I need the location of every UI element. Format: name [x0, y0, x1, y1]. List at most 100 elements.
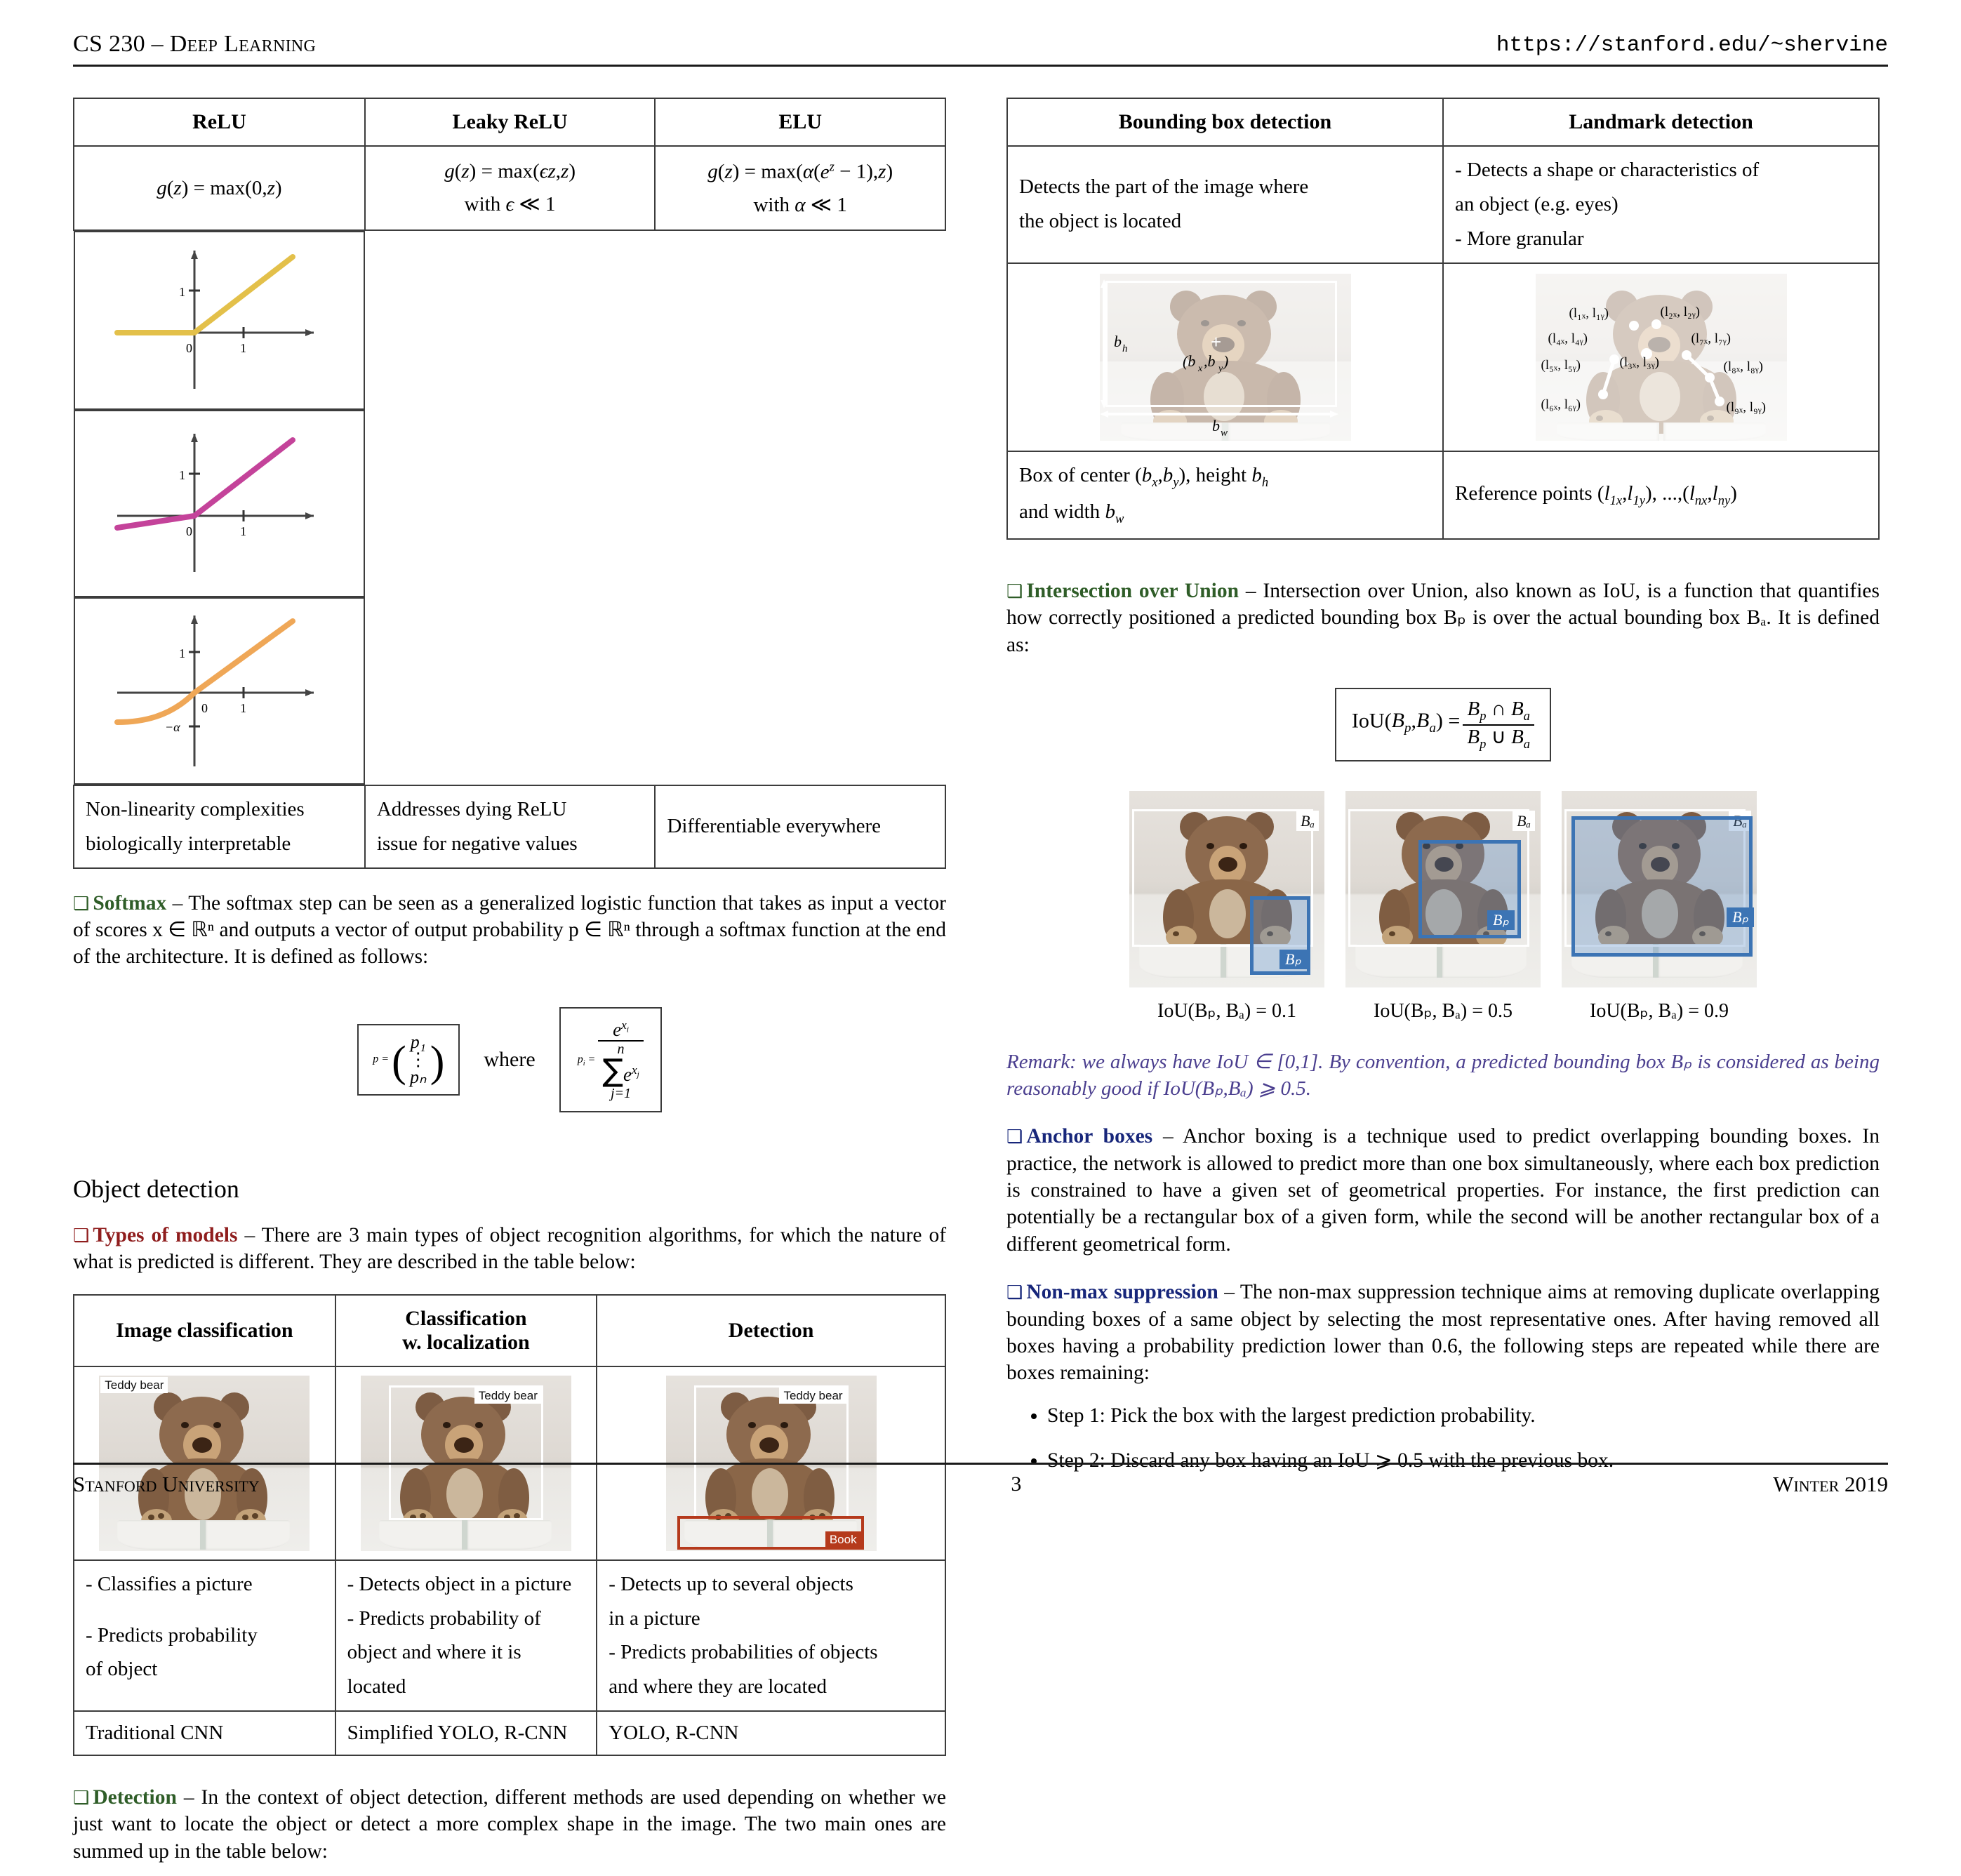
bounding-box-teddy: [388, 1385, 543, 1520]
footer-term: Winter 2019: [1773, 1472, 1888, 1496]
svg-text:): ): [1222, 352, 1228, 370]
iou-example-0: Bₐ Bₚ IoU(Bₚ, Bₐ) = 0.1: [1129, 791, 1324, 1023]
cell-bounding-box-image: b h b w + (b x ,b y ): [1006, 262, 1444, 452]
svg-text:(b: (b: [1183, 352, 1195, 370]
eye-right: [213, 1421, 222, 1428]
svg-text:−α: −α: [165, 720, 180, 734]
desc-bounding-box: Detects the part of the image where the …: [1006, 145, 1444, 264]
cell-relu-plot: 1 1 0: [74, 231, 365, 410]
square-bullet-icon: ❑: [73, 893, 90, 914]
square-bullet-icon: ❑: [1006, 1282, 1023, 1303]
teddy-iou-01: Bₐ Bₚ: [1129, 791, 1324, 988]
softmax-heading: ❑ Softmax: [73, 891, 167, 914]
svg-text:1: 1: [240, 341, 246, 355]
softmax-vector-box: p = ( p₁ ⋮ pₙ ): [357, 1023, 460, 1096]
iou-heading: ❑ Intersection over Union: [1006, 579, 1239, 602]
predicted-box-label: Bₚ: [1487, 910, 1515, 931]
label-teddy-bear: Teddy bear: [779, 1387, 847, 1404]
label-teddy-bear: Teddy bear: [474, 1387, 542, 1404]
svg-text:y: y: [1217, 364, 1223, 374]
landmark-label-1: (l₁ₓ, l₁ᵧ): [1569, 305, 1609, 321]
left-column: ReLU Leaky ReLU ELU g(z) = max(0,z) g(z)…: [73, 98, 946, 1876]
types-of-models-paragraph: ❑ Types of models – There are 3 main type…: [73, 1222, 946, 1276]
desc-image-classification: - Classifies a picture - Predicts probab…: [73, 1559, 336, 1712]
course-title: CS 230 – Deep Learning: [73, 31, 317, 57]
detection-heading: ❑ Detection: [73, 1786, 177, 1809]
table-header-row: Image classification Classification w. l…: [73, 1293, 946, 1367]
iou-numerator: Bp ∩ Ba: [1467, 697, 1530, 724]
pi-numerator: exi: [613, 1018, 629, 1040]
two-column-body: ReLU Leaky ReLU ELU g(z) = max(0,z) g(z)…: [73, 98, 1888, 1876]
svg-text:x: x: [1197, 364, 1203, 374]
actual-box-label: Bₐ: [1296, 811, 1319, 832]
section-object-detection: Object detection: [73, 1175, 239, 1203]
landmark-label-8: (l₈ₓ, l₈ᵧ): [1723, 359, 1764, 374]
label-teddy-bear: Teddy bear: [100, 1376, 168, 1394]
non-max-suppression-paragraph: ❑ Non-max suppression – The non-max suppr…: [1006, 1279, 1880, 1386]
header-relu: ReLU: [73, 98, 366, 147]
table-header-row: Bounding box detection Landmark detectio…: [1006, 98, 1880, 147]
anchor-boxes-paragraph: ❑ Anchor boxes – Anchor boxing is a techn…: [1006, 1123, 1880, 1258]
book-right-page: [204, 1519, 291, 1550]
svg-text:,b: ,b: [1204, 352, 1216, 370]
svg-text:b: b: [1114, 333, 1122, 350]
softmax-pi-box: pi = exi n ∑exj j=1: [559, 1006, 662, 1112]
detection-body: – In the context of object detection, di…: [73, 1786, 947, 1863]
right-column: Bounding box detection Landmark detectio…: [1006, 98, 1880, 1876]
square-bullet-icon: ❑: [1006, 1126, 1023, 1147]
predicted-box-label: Bₚ: [1727, 907, 1754, 928]
types-of-models-table: Image classification Classification w. l…: [73, 1293, 946, 1757]
detection-methods-table: Bounding box detection Landmark detectio…: [1006, 98, 1880, 540]
actual-box-label: Bₐ: [1513, 811, 1535, 832]
footer-institution: Stanford University: [73, 1472, 260, 1496]
landmark-label-4: (l₄ₓ, l₄ᵧ): [1548, 331, 1588, 346]
svg-text:1: 1: [179, 468, 185, 482]
svg-text:1: 1: [240, 524, 246, 538]
svg-text:b: b: [1212, 417, 1220, 434]
anchor-boxes-heading: ❑ Anchor boxes: [1006, 1125, 1153, 1148]
iou-formula-box: IoU(Bp,Ba) = Bp ∩ Ba Bp ∪ Ba: [1334, 687, 1552, 762]
types-of-models-heading: ❑ Types of models: [73, 1224, 238, 1246]
iou-examples: Bₐ Bₚ IoU(Bₚ, Bₐ) = 0.1 Bₐ Bₚ IoU(Bₚ, Bₐ…: [1006, 791, 1880, 1023]
non-max-suppression-heading: ❑ Non-max suppression: [1006, 1281, 1218, 1304]
teddy-iou-09: Bₐ Bₚ: [1562, 791, 1757, 988]
iou-example-2: Bₐ Bₚ IoU(Bₚ, Bₐ) = 0.9: [1562, 791, 1757, 1023]
square-bullet-icon: ❑: [73, 1225, 90, 1246]
nose: [192, 1437, 213, 1453]
vector-bottom: pₙ: [410, 1067, 427, 1088]
landmark-label-9: (l₉ₓ, l₉ᵧ): [1726, 399, 1767, 415]
footer-page-number: 3: [1011, 1472, 1022, 1496]
course-url[interactable]: https://stanford.edu/~shervine: [1496, 33, 1888, 58]
square-bullet-icon: ❑: [73, 1788, 90, 1809]
detection-paragraph: ❑ Detection – In the context of object de…: [73, 1784, 946, 1865]
landmark-points-overlay: [1597, 319, 1724, 406]
teddy-iou-05: Bₐ Bₚ: [1345, 791, 1541, 988]
formula-elu: g(z) = max(α(ez − 1),z) with α ≪ 1: [654, 145, 946, 231]
svg-text:0: 0: [186, 341, 192, 355]
page: CS 230 – Deep Learning https://stanford.…: [0, 0, 1961, 1863]
plot-row: 1 1 0 1 1 0 1 1 0 −α: [74, 230, 945, 785]
cell-landmark-image: (l₁ₓ, l₁ᵧ) (l₂ₓ, l₂ᵧ) (l₃ₓ, l₃ᵧ) (l₄ₓ, l…: [1442, 262, 1880, 452]
svg-text:0: 0: [186, 524, 192, 538]
pi-denominator: n ∑exj j=1: [598, 1039, 644, 1101]
softmax-body: – The softmax step can be seen as a gene…: [73, 891, 946, 969]
softmax-vector-lhs: p =: [373, 1053, 390, 1065]
softmax-paragraph: ❑ Softmax – The softmax step can be seen …: [73, 890, 946, 971]
where-label: where: [484, 1047, 536, 1071]
iou-formula-lhs: IoU(Bp,Ba) =: [1351, 709, 1461, 736]
header-leaky-relu: Leaky ReLU: [364, 98, 656, 147]
running-head: CS 230 – Deep Learning https://stanford.…: [73, 31, 1888, 67]
book-spine: [200, 1519, 206, 1550]
formula-row: g(z) = max(0,z) g(z) = max(ϵz,z) with ϵ …: [73, 145, 946, 231]
header-image-classification: Image classification: [73, 1293, 336, 1367]
svg-text:1: 1: [240, 701, 246, 715]
notes-row: Non-linearity complexities biologically …: [73, 785, 946, 869]
softmax-formula-group: p = ( p₁ ⋮ pₙ ) where pi = exi n ∑exj j=…: [73, 1006, 946, 1112]
summary-row: Box of center (bx,by), height bh and wid…: [1006, 450, 1880, 540]
svg-text:+: +: [1211, 331, 1221, 352]
svg-text:0: 0: [201, 701, 208, 715]
cell-elu-plot: 1 1 0 −α: [74, 597, 365, 785]
activation-functions-table: ReLU Leaky ReLU ELU g(z) = max(0,z) g(z)…: [73, 98, 946, 869]
header-elu: ELU: [654, 98, 946, 147]
models-row: Traditional CNN Simplified YOLO, R-CNN Y…: [73, 1710, 946, 1757]
